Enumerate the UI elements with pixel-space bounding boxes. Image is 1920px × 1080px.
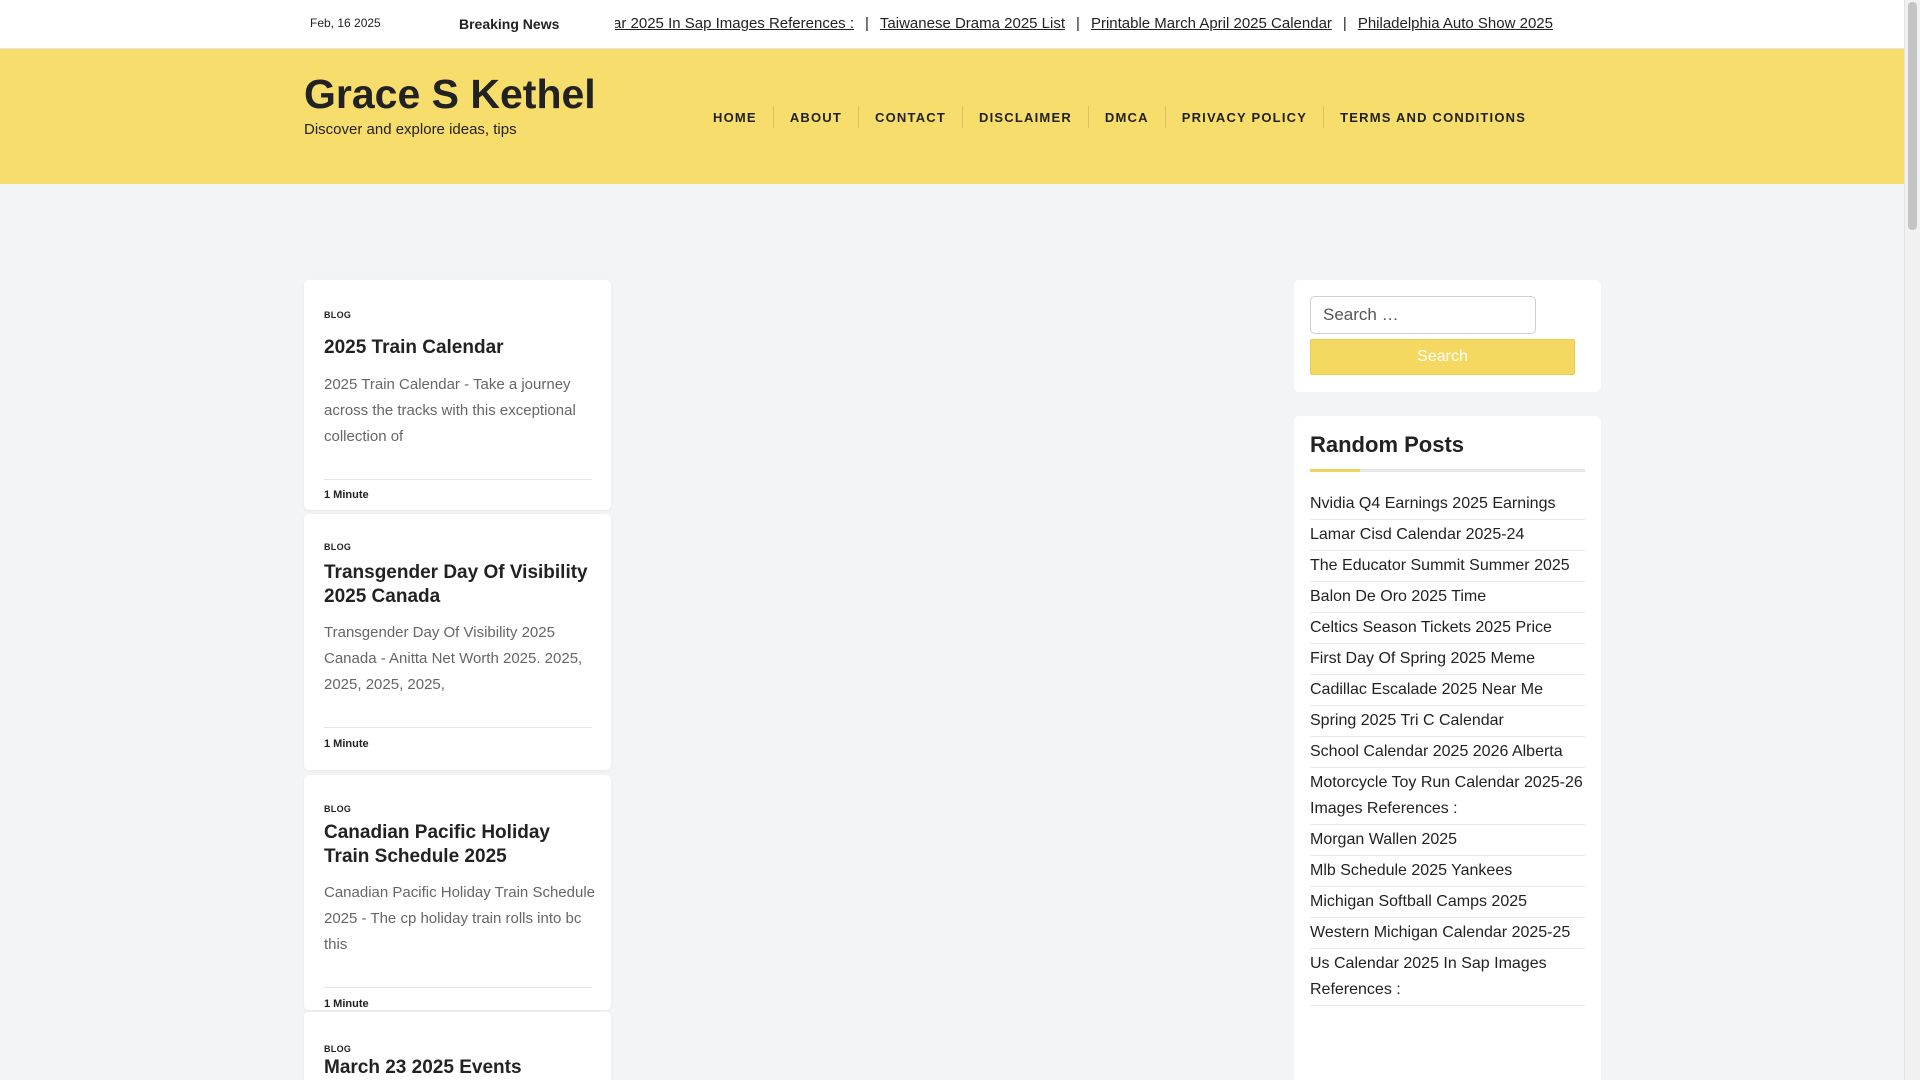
ticker-item[interactable]: endar 2025 In Sap Images References : (615, 15, 854, 32)
post-title[interactable]: Canadian Pacific Holiday Train Schedule … (324, 821, 592, 869)
post-category[interactable]: BLOG (324, 804, 351, 814)
random-post-link[interactable]: Motorcycle Toy Run Calendar 2025-26 Imag… (1310, 774, 1583, 817)
list-item: Western Michigan Calendar 2025-25 (1310, 918, 1585, 949)
ticker-track: endar 2025 In Sap Images References : | Ta… (615, 15, 1564, 32)
list-item: Michigan Softball Camps 2025 (1310, 887, 1585, 918)
list-item: The Educator Summit Summer 2025 (1310, 551, 1585, 582)
list-item: First Day Of Spring 2025 Meme (1310, 644, 1585, 675)
list-item: Spring 2025 Tri C Calendar (1310, 706, 1585, 737)
main-navigation: HOME ABOUT CONTACT DISCLAIMER DMCA PRIVA… (697, 106, 1542, 128)
page: Feb, 16 2025 Breaking News endar 2025 In… (0, 0, 1920, 1080)
search-button[interactable]: Search (1310, 339, 1575, 375)
list-item: Celtics Season Tickets 2025 Price (1310, 613, 1585, 644)
post-divider (324, 987, 592, 988)
nav-item-privacy-policy[interactable]: PRIVACY POLICY (1166, 110, 1323, 125)
site-description: Discover and explore ideas, tips (304, 121, 517, 138)
post-read-time: 1 Minute (324, 489, 369, 501)
post-divider (324, 727, 592, 728)
nav-item-terms[interactable]: TERMS AND CONDITIONS (1324, 110, 1542, 125)
post-read-time: 1 Minute (324, 998, 369, 1010)
ticker-item[interactable]: Taiwanese Drama 2025 List (880, 15, 1065, 32)
nav-item-dmca[interactable]: DMCA (1089, 110, 1165, 125)
post-excerpt: 2025 Train Calendar - Take a journey acr… (324, 376, 576, 445)
post-excerpt: Canadian Pacific Holiday Train Schedule … (324, 884, 595, 953)
post-category[interactable]: BLOG (324, 542, 351, 552)
random-post-link[interactable]: Michigan Softball Camps 2025 (1310, 893, 1527, 910)
post-card: BLOG Transgender Day Of Visibility 2025 … (304, 514, 611, 770)
list-item: Lamar Cisd Calendar 2025-24 (1310, 520, 1585, 551)
random-posts-widget: Random Posts Nvidia Q4 Earnings 2025 Ear… (1294, 416, 1601, 1080)
page-scrollbar[interactable] (1904, 0, 1920, 1080)
list-item: Balon De Oro 2025 Time (1310, 582, 1585, 613)
breaking-news-label: Breaking News (459, 16, 560, 32)
breaking-news-ticker: endar 2025 In Sap Images References : | Ta… (615, 0, 1645, 49)
list-item: Mlb Schedule 2025 Yankees (1310, 856, 1585, 887)
ticker-separator: | (865, 15, 869, 32)
post-divider (324, 479, 592, 480)
current-date: Feb, 16 2025 (310, 16, 381, 30)
widget-title-accent (1310, 469, 1360, 472)
random-posts-list: Nvidia Q4 Earnings 2025 Earnings Lamar C… (1310, 489, 1585, 1006)
nav-item-about[interactable]: ABOUT (774, 110, 858, 125)
post-excerpt: Transgender Day Of Visibility 2025 Canad… (324, 624, 583, 693)
list-item: Morgan Wallen 2025 (1310, 825, 1585, 856)
ticker-item[interactable]: Printable March April 2025 Calendar (1091, 15, 1332, 32)
random-post-link[interactable]: Mlb Schedule 2025 Yankees (1310, 862, 1512, 879)
random-post-link[interactable]: Lamar Cisd Calendar 2025-24 (1310, 526, 1524, 543)
ticker-separator: | (1076, 15, 1080, 32)
post-read-time: 1 Minute (324, 738, 369, 750)
random-post-link[interactable]: Spring 2025 Tri C Calendar (1310, 712, 1504, 729)
search-widget: Search (1294, 280, 1601, 392)
random-post-link[interactable]: Nvidia Q4 Earnings 2025 Earnings (1310, 495, 1555, 512)
post-title[interactable]: Transgender Day Of Visibility 2025 Canad… (324, 561, 592, 609)
scrollbar-thumb[interactable] (1908, 2, 1917, 230)
widget-title: Random Posts (1310, 432, 1465, 457)
list-item: Nvidia Q4 Earnings 2025 Earnings (1310, 489, 1585, 520)
site-title[interactable]: Grace S Kethel (304, 71, 596, 118)
nav-item-home[interactable]: HOME (697, 110, 773, 125)
random-post-link[interactable]: Western Michigan Calendar 2025-25 (1310, 924, 1570, 941)
post-category[interactable]: BLOG (324, 310, 351, 320)
random-post-link[interactable]: School Calendar 2025 2026 Alberta (1310, 743, 1563, 760)
site-header: Grace S Kethel Discover and explore idea… (0, 49, 1904, 184)
ticker-separator: | (1342, 15, 1347, 32)
post-title[interactable]: 2025 Train Calendar (324, 336, 592, 360)
ticker-item[interactable]: Philadelphia Auto Show 2025 (1358, 15, 1553, 32)
random-post-link[interactable]: Morgan Wallen 2025 (1310, 831, 1457, 848)
random-post-link[interactable]: Us Calendar 2025 In Sap Images Reference… (1310, 955, 1547, 998)
nav-item-disclaimer[interactable]: DISCLAIMER (963, 110, 1088, 125)
list-item: School Calendar 2025 2026 Alberta (1310, 737, 1585, 768)
random-post-link[interactable]: Balon De Oro 2025 Time (1310, 588, 1486, 605)
top-bar: Feb, 16 2025 Breaking News endar 2025 In… (0, 0, 1904, 49)
post-card: BLOG March 23 2025 Events (304, 1012, 611, 1080)
post-card: BLOG 2025 Train Calendar 2025 Train Cale… (304, 280, 611, 510)
post-title[interactable]: March 23 2025 Events (324, 1056, 592, 1080)
random-post-link[interactable]: Celtics Season Tickets 2025 Price (1310, 619, 1552, 636)
post-category[interactable]: BLOG (324, 1044, 351, 1054)
list-item: Cadillac Escalade 2025 Near Me (1310, 675, 1585, 706)
widget-title-underline (1310, 469, 1585, 472)
nav-item-contact[interactable]: CONTACT (859, 110, 962, 125)
random-post-link[interactable]: The Educator Summit Summer 2025 (1310, 557, 1570, 574)
post-card: BLOG Canadian Pacific Holiday Train Sche… (304, 775, 611, 1010)
random-post-link[interactable]: First Day Of Spring 2025 Meme (1310, 650, 1535, 667)
search-input[interactable] (1310, 296, 1536, 334)
random-post-link[interactable]: Cadillac Escalade 2025 Near Me (1310, 681, 1543, 698)
list-item: Us Calendar 2025 In Sap Images Reference… (1310, 949, 1585, 1006)
list-item: Motorcycle Toy Run Calendar 2025-26 Imag… (1310, 768, 1585, 825)
